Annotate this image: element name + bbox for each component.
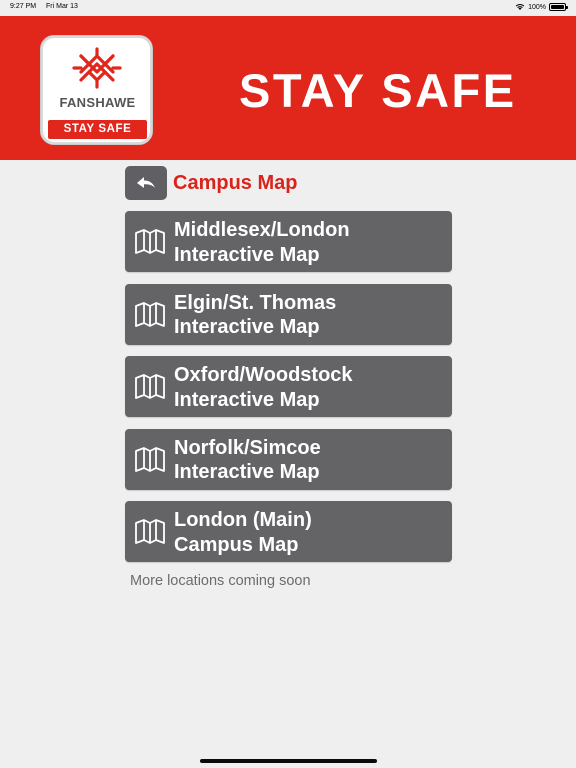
status-left: 9:27 PM Fri Mar 13 xyxy=(10,3,86,10)
header-title: STAY SAFE xyxy=(239,64,517,117)
battery-icon xyxy=(549,3,568,11)
map-button-label: Middlesex/London Interactive Map xyxy=(174,218,444,267)
map-label-line2: Interactive Map xyxy=(174,461,320,483)
wifi-icon xyxy=(515,3,525,10)
status-time: 9:27 PM xyxy=(10,3,37,10)
page-title-row: Campus Map xyxy=(125,166,297,200)
fanshawe-snowflake-icon xyxy=(72,47,122,89)
map-button-label: Norfolk/Simcoe Interactive Map xyxy=(174,436,444,485)
back-button[interactable] xyxy=(125,166,167,200)
status-bar: 9:27 PM Fri Mar 13 100% xyxy=(0,0,576,16)
map-button-label: London (Main) Campus Map xyxy=(174,508,444,557)
map-label-line1: Norfolk/Simcoe xyxy=(174,436,321,459)
page-title: Campus Map xyxy=(173,171,298,194)
map-label-line2: Interactive Map xyxy=(174,388,320,411)
map-icon xyxy=(135,301,165,327)
fanshawe-logo: FANSHAWE STAY SAFE xyxy=(40,35,153,145)
map-button-middlesex-london[interactable]: Middlesex/London Interactive Map xyxy=(125,211,452,272)
map-icon xyxy=(135,229,165,254)
map-label-line1: Elgin/St. Thomas xyxy=(174,291,337,314)
map-icon xyxy=(135,519,165,544)
battery-percent: 100% xyxy=(528,3,546,11)
map-label-line1: Oxford/Woodstock xyxy=(174,364,353,386)
map-button-london-main[interactable]: London (Main) Campus Map xyxy=(125,501,452,562)
map-button-oxford-woodstock[interactable]: Oxford/Woodstock Interactive Map xyxy=(125,356,452,417)
map-button-elgin-st-thomas[interactable]: Elgin/St. Thomas Interactive Map xyxy=(125,283,452,345)
more-locations-note: More locations coming soon xyxy=(130,573,311,589)
map-list: Middlesex/London Interactive Map Elgin/S… xyxy=(125,211,452,574)
logo-wordmark: FANSHAWE xyxy=(59,95,136,110)
status-date: Fri Mar 13 xyxy=(46,3,78,10)
map-icon xyxy=(135,446,165,472)
home-indicator[interactable] xyxy=(200,759,377,763)
app-header: FANSHAWE STAY SAFE STAY SAFE xyxy=(0,16,576,160)
map-button-norfolk-simcoe[interactable]: Norfolk/Simcoe Interactive Map xyxy=(125,428,452,490)
map-icon xyxy=(135,374,165,399)
map-button-label: Elgin/St. Thomas Interactive Map xyxy=(174,291,444,340)
map-label-line2: Interactive Map xyxy=(174,316,320,338)
map-label-line1: London (Main) xyxy=(174,509,312,531)
back-arrow-icon xyxy=(137,177,155,188)
map-label-line2: Interactive Map xyxy=(174,243,320,266)
map-label-line1: Middlesex/London xyxy=(174,219,350,241)
logo-stay-safe-band: STAY SAFE xyxy=(48,120,147,139)
map-label-line2: Campus Map xyxy=(174,533,299,556)
map-button-label: Oxford/Woodstock Interactive Map xyxy=(174,363,444,412)
status-right: 100% xyxy=(515,3,568,11)
